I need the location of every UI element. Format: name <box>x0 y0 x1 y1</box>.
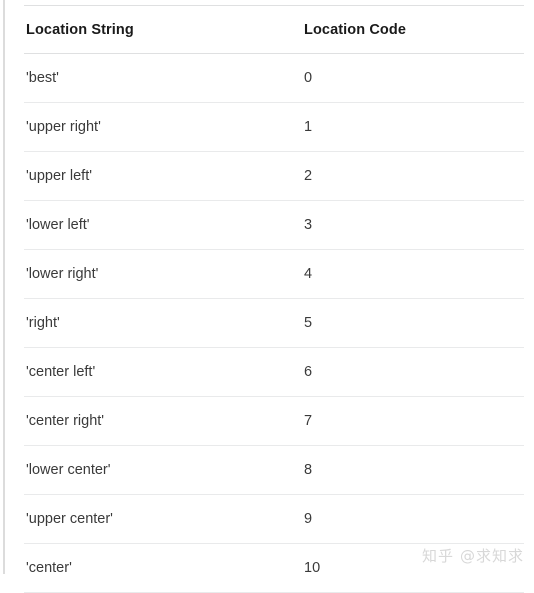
table-row: 'right' 5 <box>24 298 524 348</box>
watermark-logo-text: 知乎 <box>421 547 454 565</box>
table-row: 'lower center' 8 <box>24 445 524 495</box>
column-header-location-code: Location Code <box>302 5 524 54</box>
zhihu-watermark: 知乎 @求知求 <box>422 545 524 566</box>
table-row: 'best' 0 <box>24 53 524 103</box>
cell-location-code: 3 <box>302 200 524 250</box>
cell-location-string: 'center left' <box>24 347 302 397</box>
table-row: 'center right' 7 <box>24 396 524 446</box>
table-row: 'center left' 6 <box>24 347 524 397</box>
cell-location-string: 'lower right' <box>24 249 302 299</box>
cell-location-code: 9 <box>302 494 524 544</box>
cell-location-code: 8 <box>302 445 524 495</box>
cell-location-code: 6 <box>302 347 524 397</box>
table-row: 'lower right' 4 <box>24 249 524 299</box>
table-header-row: Location String Location Code <box>24 5 524 54</box>
cell-location-string: 'upper right' <box>24 102 302 152</box>
cell-location-code: 7 <box>302 396 524 446</box>
cell-location-string: 'best' <box>24 53 302 103</box>
page-left-edge <box>3 0 5 574</box>
table-row: 'upper right' 1 <box>24 102 524 152</box>
table-row: 'lower left' 3 <box>24 200 524 250</box>
cell-location-string: 'lower center' <box>24 445 302 495</box>
cell-location-string: 'center right' <box>24 396 302 446</box>
cell-location-code: 4 <box>302 249 524 299</box>
location-table-container: Location String Location Code 'best' 0'up… <box>24 5 524 593</box>
legend-location-table: Location String Location Code 'best' 0'up… <box>24 5 524 593</box>
cell-location-code: 0 <box>302 53 524 103</box>
table-body: 'best' 0'upper right' 1'upper left' 2'lower… <box>24 53 524 593</box>
cell-location-string: 'upper center' <box>24 494 302 544</box>
cell-location-string: 'center' <box>24 543 302 593</box>
table-header: Location String Location Code <box>24 5 524 54</box>
table-row: 'upper center' 9 <box>24 494 524 544</box>
table-row: 'upper left' 2 <box>24 151 524 201</box>
cell-location-string: 'upper left' <box>24 151 302 201</box>
cell-location-code: 1 <box>302 102 524 152</box>
cell-location-string: 'right' <box>24 298 302 348</box>
column-header-location-string: Location String <box>24 5 302 54</box>
cell-location-code: 5 <box>302 298 524 348</box>
watermark-handle-text: @求知求 <box>459 547 524 565</box>
cell-location-string: 'lower left' <box>24 200 302 250</box>
cell-location-code: 2 <box>302 151 524 201</box>
